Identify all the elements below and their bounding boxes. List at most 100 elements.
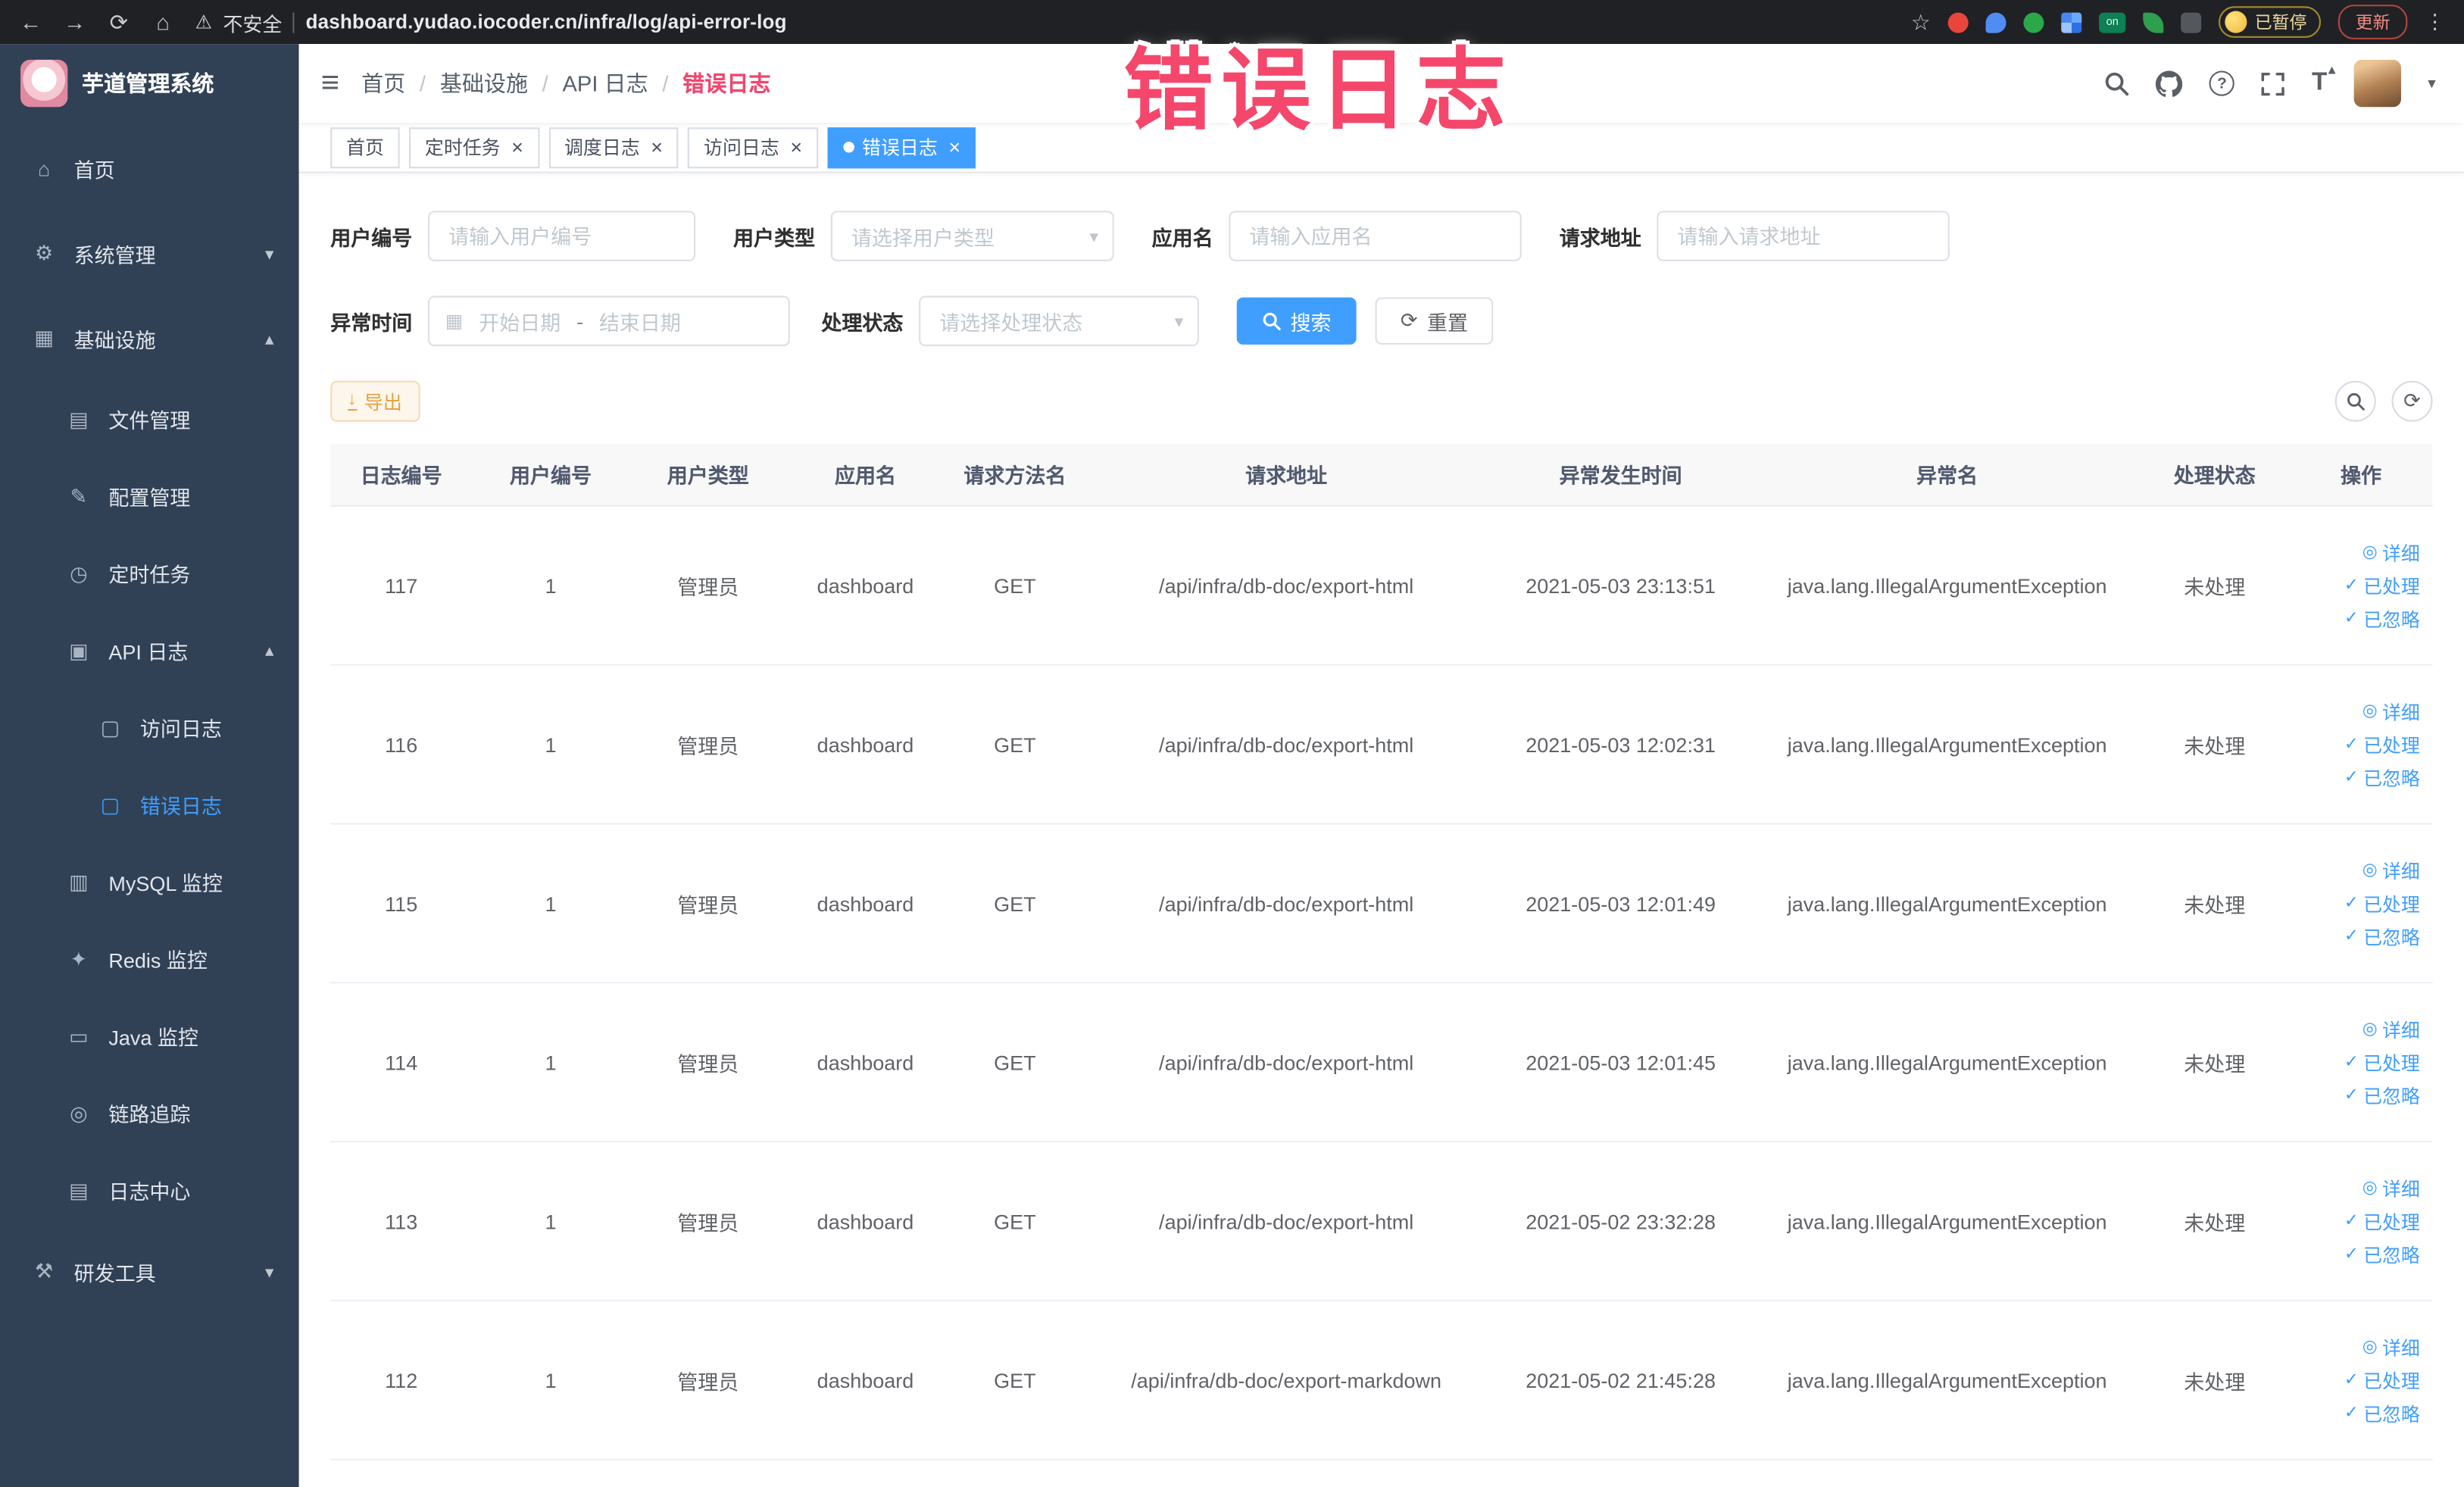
filter-exception-time: 异常时间 ▦ 开始日期 - 结束日期	[330, 295, 790, 347]
extension-leaf-icon[interactable]	[2143, 11, 2164, 33]
font-size-icon[interactable]: T ▲	[2312, 63, 2338, 97]
user-avatar[interactable]	[2353, 59, 2401, 108]
clock-icon: ◷	[70, 561, 88, 585]
action-ignored[interactable]: ✓ 已忽略	[2344, 1400, 2420, 1426]
close-icon[interactable]: ×	[948, 137, 960, 158]
sidebar-item-mysql[interactable]: ▥ MySQL 监控	[0, 843, 299, 920]
fullscreen-icon[interactable]	[2261, 71, 2285, 95]
sidebar-item-system[interactable]: ⚙ 系统管理 ▾	[0, 211, 299, 295]
table-row: 117 1 管理员 dashboard GET/api/infra/db-doc/exp…	[330, 506, 2433, 666]
user-id-input[interactable]	[428, 211, 696, 261]
user-type-select[interactable]: 请选择用户类型 ▾	[830, 211, 1114, 261]
sidebar-item-label: 基础设施	[73, 328, 156, 352]
tab-schedule-log[interactable]: 调度日志 ×	[548, 127, 679, 168]
extension-grid-icon[interactable]	[2061, 11, 2082, 33]
toggle-search-button[interactable]	[2334, 380, 2376, 422]
action-label: 详细	[2381, 542, 2420, 564]
help-icon[interactable]: ?	[2209, 70, 2235, 96]
url-text[interactable]: dashboard.yudao.iocoder.cn/infra/log/api…	[306, 11, 787, 33]
reload-icon[interactable]: ⟳	[107, 8, 130, 35]
sidebar-item-api-log[interactable]: ▣ API 日志 ▴	[0, 612, 299, 689]
tab-cron-task[interactable]: 定时任务 ×	[409, 127, 539, 168]
action-ignored[interactable]: ✓ 已忽略	[2344, 1082, 2420, 1108]
breadcrumb-item[interactable]: 基础设施	[440, 67, 528, 99]
tab-label: 定时任务	[424, 136, 501, 159]
reset-button[interactable]: ⟳ 重置	[1375, 297, 1494, 345]
action-label: 已处理	[2363, 1051, 2420, 1074]
search-icon[interactable]	[2104, 70, 2129, 96]
breadcrumb-item[interactable]: 首页	[361, 67, 405, 99]
action-detail[interactable]: ◎ 详细	[2363, 1175, 2420, 1201]
close-icon[interactable]: ×	[651, 137, 663, 158]
action-ignored[interactable]: ✓ 已忽略	[2344, 764, 2420, 791]
address-bar[interactable]: ⚠ 不安全 dashboard.yudao.iocoder.cn/infra/l…	[195, 7, 787, 36]
action-detail[interactable]: ◎ 详细	[2363, 1334, 2420, 1360]
action-detail[interactable]: ◎ 详细	[2363, 539, 2420, 565]
hamburger-icon[interactable]: ≡	[321, 67, 339, 99]
security-label[interactable]: 不安全	[223, 7, 282, 36]
tab-home[interactable]: 首页	[330, 127, 400, 168]
breadcrumb-item[interactable]: API 日志	[563, 67, 648, 99]
update-button[interactable]: 更新	[2338, 5, 2408, 39]
browser-menu-icon[interactable]: ⋮	[2425, 9, 2445, 34]
close-icon[interactable]: ×	[790, 137, 802, 158]
sidebar-logo[interactable]: 芋道管理系统	[0, 44, 299, 123]
extension-red-icon[interactable]	[1947, 11, 1969, 33]
bookmark-star-icon[interactable]: ☆	[1911, 8, 1931, 35]
column-header: 请求地址	[1245, 464, 1328, 488]
extension-on-badge[interactable]: on	[2099, 11, 2126, 33]
sidebar-item-java[interactable]: ▭ Java 监控	[0, 998, 299, 1075]
action-detail[interactable]: ◎ 详细	[2363, 1016, 2420, 1042]
error-log-table: 日志编号 用户编号 用户类型 应用名 请求方法名 请求地址 异常发生时间 异常名 处理状态 操作 …	[330, 443, 2433, 1460]
extension-drop-icon[interactable]	[1985, 11, 2006, 33]
action-label: 已处理	[2363, 1370, 2420, 1392]
action-processed[interactable]: ✓ 已处理	[2344, 572, 2420, 598]
export-button[interactable]: ↓ 导出	[330, 380, 420, 422]
table-cell: 116	[385, 732, 418, 757]
app-name-input[interactable]	[1229, 211, 1522, 261]
infra-icon: ▦	[34, 326, 54, 350]
action-ignored[interactable]: ✓ 已忽略	[2344, 1241, 2420, 1267]
sidebar-item-redis[interactable]: ✦ Redis 监控	[0, 920, 299, 998]
sidebar-item-dev-tools[interactable]: ⚒ 研发工具 ▾	[0, 1229, 299, 1314]
search-button[interactable]: 搜索	[1236, 297, 1357, 345]
action-label: 已处理	[2363, 892, 2420, 915]
tab-access-log[interactable]: 访问日志 ×	[688, 127, 818, 168]
sidebar-item-label: 日志中心	[108, 1179, 191, 1204]
config-icon: ✎	[70, 483, 88, 508]
action-processed[interactable]: ✓ 已处理	[2344, 1049, 2420, 1076]
avatar-caret-icon[interactable]: ▾	[2428, 75, 2435, 92]
sidebar-item-home[interactable]: ⌂ 首页	[0, 126, 299, 211]
refresh-table-button[interactable]: ⟳	[2391, 380, 2433, 422]
back-icon[interactable]: ←	[19, 9, 42, 34]
process-status-select[interactable]: 请选择处理状态 ▾	[919, 295, 1199, 347]
date-range-picker[interactable]: ▦ 开始日期 - 结束日期	[428, 295, 790, 347]
action-detail[interactable]: ◎ 详细	[2363, 698, 2420, 724]
sidebar-item-config[interactable]: ✎ 配置管理	[0, 458, 299, 535]
sidebar-item-error-log[interactable]: ▢ 错误日志	[0, 767, 299, 844]
sidebar-item-access-log[interactable]: ▢ 访问日志	[0, 689, 299, 767]
action-processed[interactable]: ✓ 已处理	[2344, 890, 2420, 917]
paused-badge[interactable]: 已暂停	[2218, 6, 2322, 38]
forward-icon[interactable]: →	[63, 9, 86, 34]
sidebar-item-file[interactable]: ▤ 文件管理	[0, 381, 299, 458]
logo-avatar	[20, 59, 68, 108]
action-processed[interactable]: ✓ 已处理	[2344, 1367, 2420, 1393]
close-icon[interactable]: ×	[511, 137, 523, 158]
action-ignored[interactable]: ✓ 已忽略	[2344, 605, 2420, 632]
extension-green-icon[interactable]	[2023, 11, 2044, 33]
sidebar-item-cron[interactable]: ◷ 定时任务	[0, 535, 299, 612]
github-icon[interactable]	[2156, 70, 2183, 96]
request-url-input[interactable]	[1657, 211, 1950, 261]
action-processed[interactable]: ✓ 已处理	[2344, 731, 2420, 758]
sidebar-item-infra[interactable]: ▦ 基础设施 ▴	[0, 296, 299, 381]
tab-error-log[interactable]: 错误日志 ×	[827, 127, 976, 168]
sidebar-item-label: 研发工具	[73, 1261, 156, 1286]
action-processed[interactable]: ✓ 已处理	[2344, 1207, 2420, 1234]
action-ignored[interactable]: ✓ 已忽略	[2344, 923, 2420, 949]
extension-dark-icon[interactable]	[2181, 11, 2202, 33]
sidebar-item-log-center[interactable]: ▤ 日志中心	[0, 1152, 299, 1229]
sidebar-item-trace[interactable]: ◎ 链路追踪	[0, 1075, 299, 1152]
home-icon[interactable]: ⌂	[151, 9, 174, 34]
action-detail[interactable]: ◎ 详细	[2363, 857, 2420, 883]
